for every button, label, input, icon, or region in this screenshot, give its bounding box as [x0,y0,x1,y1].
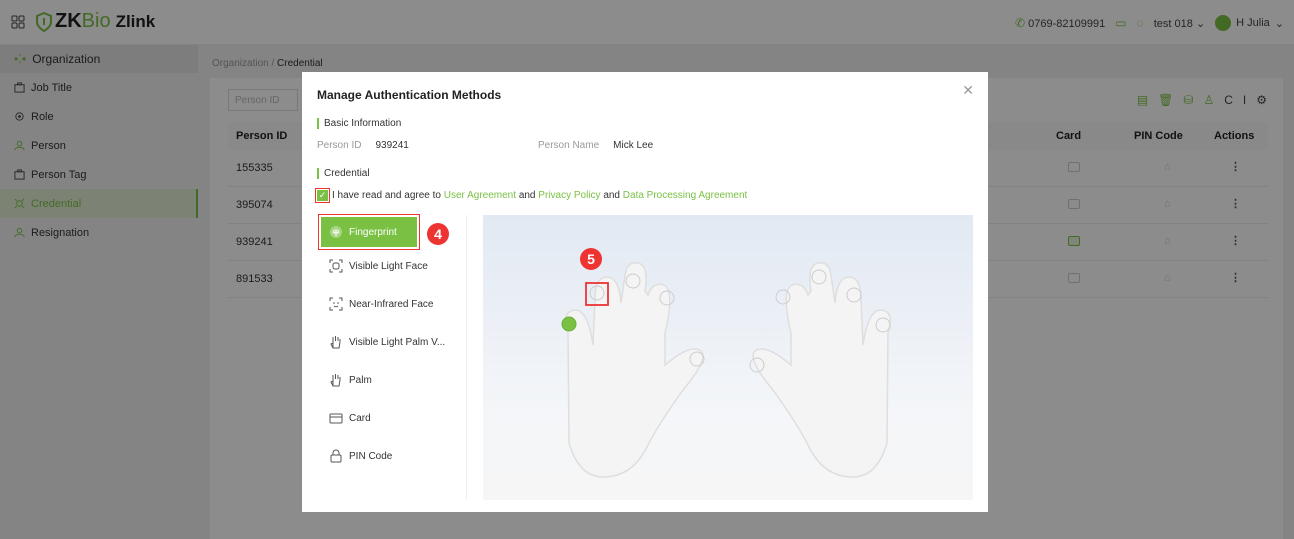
method-card[interactable]: Card [317,399,466,437]
method-near-infrared-face[interactable]: Near-Infrared Face [317,285,466,323]
auth-method-menu: Fingerprint Visible Light Face Near-Infr… [317,214,467,500]
method-visible-light-palm[interactable]: Visible Light Palm V... [317,323,466,361]
manage-auth-dialog: Manage Authentication Methods ✕ Basic In… [302,72,988,512]
user-agreement-link[interactable]: User Agreement [444,190,516,201]
method-visible-light-face[interactable]: Visible Light Face [317,247,466,285]
credential-heading: Credential [317,168,370,179]
lock-icon [330,449,342,463]
close-icon[interactable]: ✕ [962,82,974,99]
agreement-row: ✓ I have read and agree to User Agreemen… [315,188,748,203]
fingerprint-hand-selector [483,215,973,500]
palm-icon [330,374,341,387]
agree-checkbox[interactable]: ✓ [315,188,330,203]
card-icon [329,413,343,424]
person-id-field: Person ID 939241 [317,140,409,151]
method-pin-code[interactable]: PIN Code [317,437,466,475]
privacy-policy-link[interactable]: Privacy Policy [538,190,600,201]
person-name-field: Person Name Mick Lee [538,140,654,151]
fingerprint-icon [330,226,342,238]
data-agreement-link[interactable]: Data Processing Agreement [623,190,748,201]
fingerprint-left-little [561,316,577,332]
method-fingerprint[interactable]: Fingerprint [318,214,420,250]
basic-info-heading: Basic Information [317,118,401,129]
infrared-face-icon [329,297,343,311]
face-scan-icon [329,259,343,273]
palm-vein-icon [330,336,341,349]
method-palm[interactable]: Palm [317,361,466,399]
right-hand [752,262,892,478]
step-callout-badge: 5 [580,248,602,270]
step-callout-badge: 4 [427,223,449,245]
dialog-title: Manage Authentication Methods [317,88,502,102]
hands-illustration [561,262,892,478]
